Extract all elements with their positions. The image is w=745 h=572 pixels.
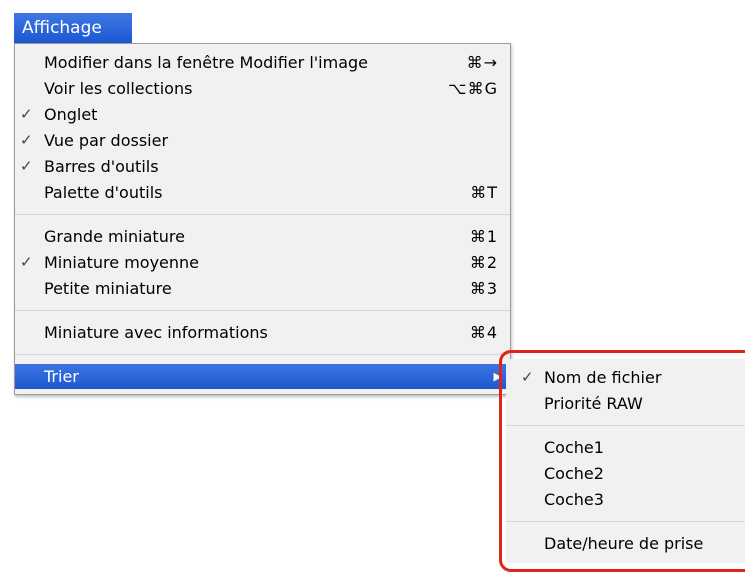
submenu-item-check1[interactable]: Coche1 [506,435,745,460]
view-menu: Modifier dans la fenêtre Modifier l'imag… [14,43,511,395]
submenu-item-label: Coche3 [544,490,604,509]
submenu-item-label: Nom de fichier [544,368,662,387]
submenu-item-check3[interactable]: Coche3 [506,487,745,512]
menu-item-label: Barres d'outils [44,157,159,176]
menu-item-label: Miniature avec informations [44,323,268,342]
menu-item-tab[interactable]: ✓ Onglet [15,102,510,127]
shortcut: ⌘→ [466,53,498,72]
menu-item-edit-in-image-window[interactable]: Modifier dans la fenêtre Modifier l'imag… [15,50,510,75]
menu-item-label: Voir les collections [44,79,193,98]
submenu-item-label: Coche2 [544,464,604,483]
check-icon: ✓ [20,253,33,271]
submenu-item-capture-date[interactable]: Date/heure de prise [506,531,745,556]
menu-item-label: Petite miniature [44,279,172,298]
menu-item-medium-thumbnail[interactable]: ✓ Miniature moyenne ⌘2 [15,250,510,275]
check-icon: ✓ [20,105,33,123]
submenu-item-label: Priorité RAW [544,394,643,413]
submenu-item-label: Date/heure de prise [544,534,704,553]
shortcut: ⌘1 [469,227,498,246]
menu-separator [15,310,510,311]
submenu-arrow-icon: ▶ [493,370,502,383]
shortcut: ⌘2 [469,253,498,272]
menu-item-label: Trier [44,367,79,386]
menu-separator [15,354,510,355]
submenu-separator [506,425,745,426]
check-icon: ✓ [521,368,534,386]
menu-item-small-thumbnail[interactable]: Petite miniature ⌘3 [15,276,510,301]
menu-item-label: Modifier dans la fenêtre Modifier l'imag… [44,53,368,72]
menu-item-folder-view[interactable]: ✓ Vue par dossier [15,128,510,153]
menu-title-affichage[interactable]: Affichage [14,13,132,43]
menu-item-large-thumbnail[interactable]: Grande miniature ⌘1 [15,224,510,249]
menu-separator [15,214,510,215]
menu-item-sort[interactable]: Trier ▶ [15,364,510,389]
shortcut: ⌥⌘G [448,79,498,98]
shortcut: ⌘4 [469,323,498,342]
menu-item-label: Miniature moyenne [44,253,200,272]
menu-item-label: Grande miniature [44,227,185,246]
submenu-item-file-name[interactable]: ✓ Nom de fichier [506,365,745,390]
submenu-item-check2[interactable]: Coche2 [506,461,745,486]
sort-submenu: ✓ Nom de fichier Priorité RAW Coche1 Coc… [506,359,745,563]
menu-item-label: Onglet [44,105,98,124]
menu-item-label: Vue par dossier [44,131,169,150]
submenu-item-raw-priority[interactable]: Priorité RAW [506,391,745,416]
shortcut: ⌘3 [469,279,498,298]
check-icon: ✓ [20,131,33,149]
menu-item-thumbnail-with-info[interactable]: Miniature avec informations ⌘4 [15,320,510,345]
check-icon: ✓ [20,157,33,175]
menu-item-view-collections[interactable]: Voir les collections ⌥⌘G [15,76,510,101]
submenu-separator [506,521,745,522]
menu-item-label: Palette d'outils [44,183,163,202]
menu-item-toolbars[interactable]: ✓ Barres d'outils [15,154,510,179]
menu-item-tool-palette[interactable]: Palette d'outils ⌘T [15,180,510,205]
shortcut: ⌘T [470,183,498,202]
submenu-item-label: Coche1 [544,438,604,457]
